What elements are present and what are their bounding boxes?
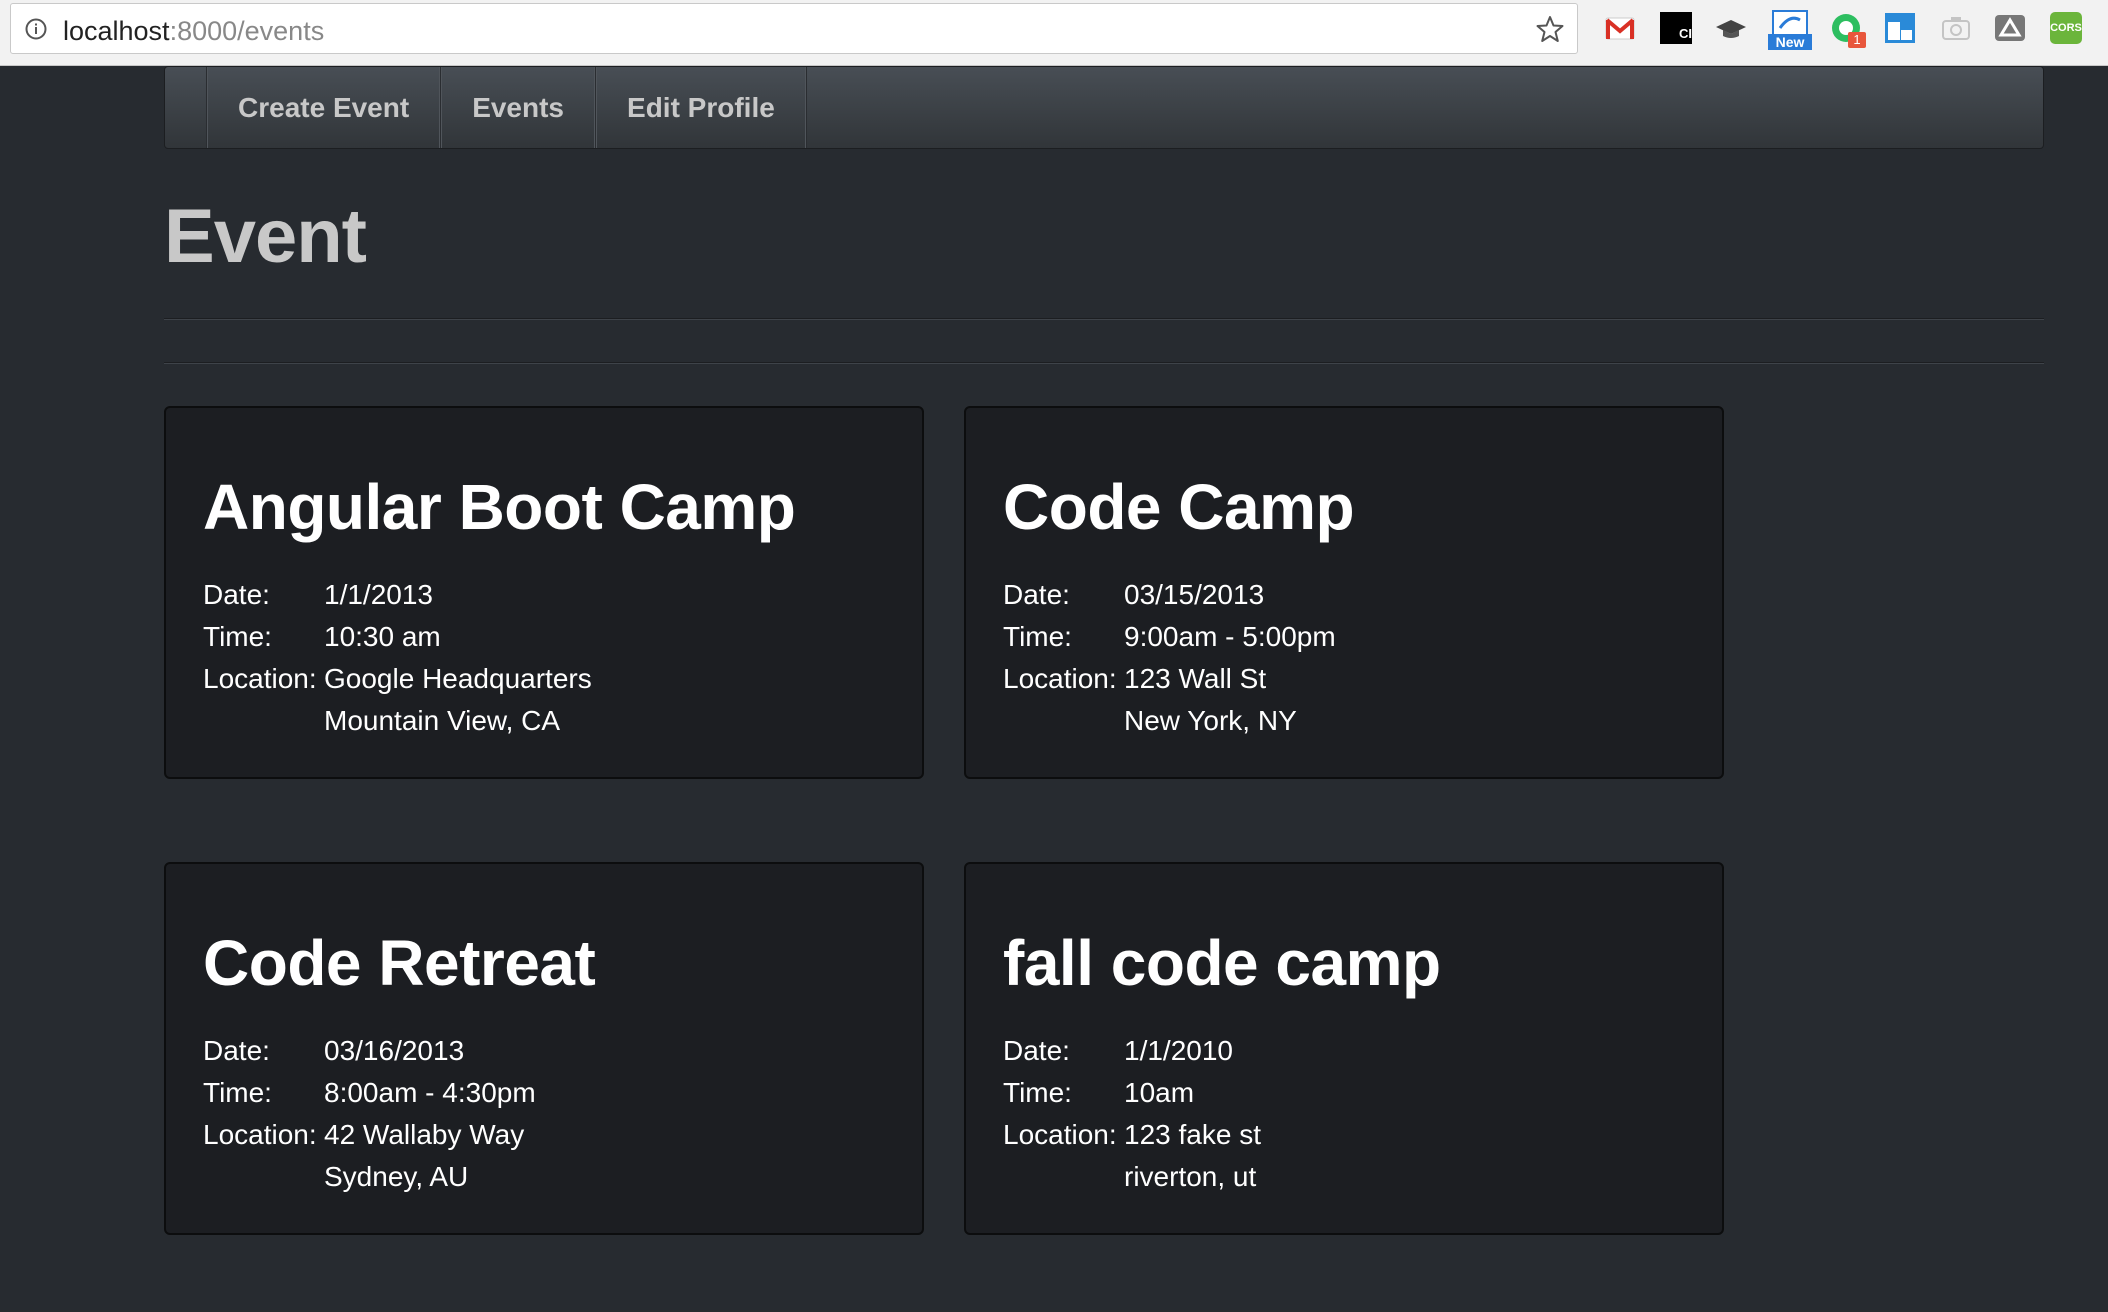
event-details: Date: 03/16/2013 Time: 8:00am - 4:30pm Loc… (203, 1030, 536, 1198)
evernote-icon[interactable]: 1 (1830, 12, 1866, 48)
notification-count-badge: 1 (1848, 32, 1866, 48)
ci-icon-text: CI (1679, 26, 1692, 41)
main-navbar: Create Event Events Edit Profile (164, 66, 2044, 149)
event-time: 10:30 am (324, 621, 441, 652)
graduation-cap-icon[interactable] (1715, 12, 1747, 44)
event-city: New York, NY (1124, 705, 1297, 736)
info-icon[interactable] (25, 18, 47, 40)
event-time: 8:00am - 4:30pm (324, 1077, 536, 1108)
event-city: riverton, ut (1124, 1161, 1257, 1192)
window-icon[interactable] (1884, 12, 1916, 44)
time-label: Time: (203, 1077, 272, 1108)
url-path: :8000/events (169, 16, 325, 46)
date-label: Date: (1003, 1035, 1070, 1066)
event-city: Mountain View, CA (324, 705, 561, 736)
time-label: Time: (1003, 1077, 1072, 1108)
event-card[interactable]: Code Camp Date: 03/15/2013 Time: 9:00am - … (964, 406, 1724, 779)
event-date: 1/1/2010 (1124, 1035, 1233, 1066)
nav-edit-profile[interactable]: Edit Profile (596, 67, 807, 148)
url-host: localhost (63, 16, 170, 46)
event-card[interactable]: fall code camp Date: 1/1/2010 Time: 10am L… (964, 862, 1724, 1235)
ci-icon[interactable]: CI (1660, 12, 1692, 44)
event-details: Date: 03/15/2013 Time: 9:00am - 5:00pm Loc… (1003, 574, 1336, 742)
location-label: Location: (1003, 663, 1117, 694)
cors-icon-text: CORS (2050, 22, 2082, 34)
event-card[interactable]: Angular Boot Camp Date: 1/1/2013 Time: 10:… (164, 406, 924, 779)
page-title: Event (164, 194, 367, 279)
nav-menu: Create Event Events Edit Profile (206, 67, 807, 148)
browser-toolbar: localhost:8000/events CI New 1 CORS (0, 0, 2108, 66)
bookmark-star-icon[interactable] (1535, 14, 1565, 44)
screen-icon (1772, 10, 1808, 36)
nav-events[interactable]: Events (441, 67, 597, 148)
event-details: Date: 1/1/2013 Time: 10:30 am Location: Goo… (203, 574, 592, 742)
event-card[interactable]: Code Retreat Date: 03/16/2013 Time: 8:00am… (164, 862, 924, 1235)
event-date: 1/1/2013 (324, 579, 433, 610)
cors-icon[interactable]: CORS (2050, 12, 2082, 44)
date-label: Date: (1003, 579, 1070, 610)
event-time: 9:00am - 5:00pm (1124, 621, 1336, 652)
location-label: Location: (203, 1119, 317, 1150)
event-time: 10am (1124, 1077, 1195, 1108)
event-address: 123 fake st (1124, 1119, 1261, 1150)
event-name[interactable]: Code Camp (1003, 470, 1355, 544)
section-divider (164, 362, 2044, 364)
event-address: 123 Wall St (1124, 663, 1267, 694)
address-bar[interactable]: localhost:8000/events (10, 3, 1578, 54)
gmail-icon[interactable] (1604, 12, 1636, 44)
drive-icon[interactable] (1994, 12, 2026, 44)
event-city: Sydney, AU (324, 1161, 469, 1192)
event-date: 03/16/2013 (324, 1035, 465, 1066)
event-details: Date: 1/1/2010 Time: 10am Location: 123 fak… (1003, 1030, 1261, 1198)
date-label: Date: (203, 579, 270, 610)
new-extension-icon[interactable]: New (1768, 10, 1812, 50)
header-divider (164, 318, 2044, 320)
location-label: Location: (1003, 1119, 1117, 1150)
time-label: Time: (203, 621, 272, 652)
event-address: Google Headquarters (324, 663, 592, 694)
nav-create-event[interactable]: Create Event (207, 67, 442, 148)
event-address: 42 Wallaby Way (324, 1119, 525, 1150)
event-name[interactable]: fall code camp (1003, 926, 1441, 1000)
camera-icon[interactable] (1940, 12, 1972, 44)
location-label: Location: (203, 663, 317, 694)
date-label: Date: (203, 1035, 270, 1066)
event-name[interactable]: Angular Boot Camp (203, 470, 796, 544)
event-date: 03/15/2013 (1124, 579, 1265, 610)
time-label: Time: (1003, 621, 1072, 652)
url-text[interactable]: localhost:8000/events (63, 16, 324, 46)
new-badge: New (1768, 34, 1812, 50)
event-name[interactable]: Code Retreat (203, 926, 596, 1000)
